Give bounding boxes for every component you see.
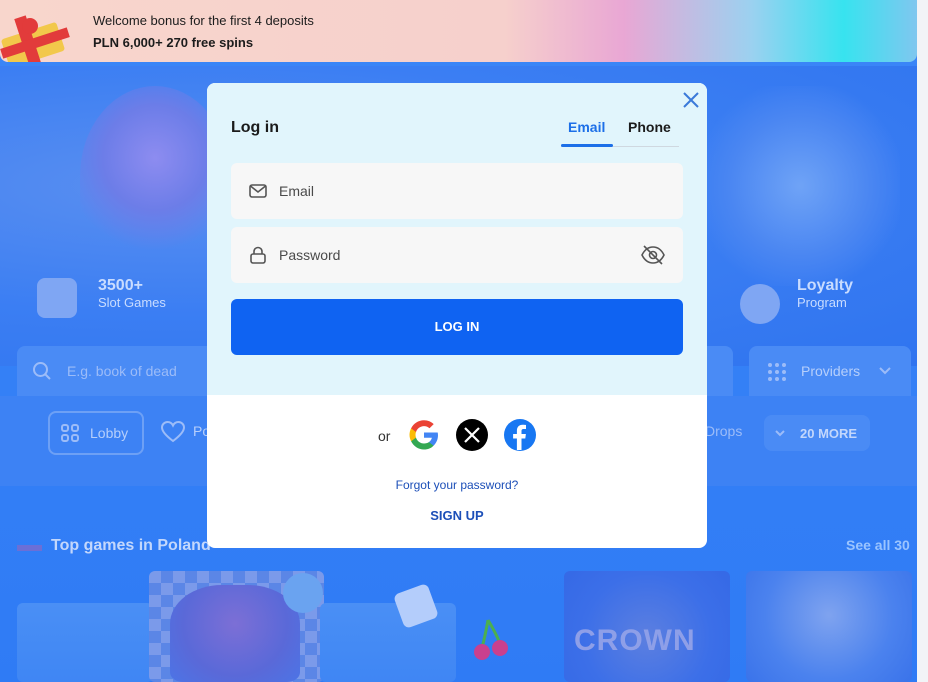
stat-loyalty: Loyalty Program [797,277,854,310]
search-icon [33,362,51,380]
gift-icon [0,15,70,62]
facebook-icon[interactable] [504,419,536,451]
scrollbar[interactable] [917,0,928,682]
password-field[interactable] [231,227,683,283]
search-input[interactable]: E.g. book of dead [67,363,177,379]
heart-icon[interactable] [161,421,185,443]
x-logo-icon[interactable] [456,419,488,451]
filter-more-label: 20 MORE [800,426,858,441]
eye-off-icon[interactable] [641,245,665,265]
game-tile[interactable] [746,571,912,682]
see-all-link[interactable]: See all 30 [846,537,910,553]
bonus-badge-icon [283,573,323,613]
lock-icon [250,246,266,264]
stat-slot-games: 3500+ Slot Games [98,277,166,310]
promo-title: Welcome bonus for the first 4 deposits [93,13,314,28]
active-tab-indicator [561,144,613,147]
google-icon[interactable] [408,419,440,451]
email-input[interactable] [279,163,639,219]
mail-icon [249,184,267,198]
or-divider-label: or [378,428,391,444]
cherry-icon [474,619,508,660]
section-accent-bar [17,545,42,551]
chevron-down-icon [775,430,785,437]
email-field[interactable] [231,163,683,219]
tab-email[interactable]: Email [568,119,605,135]
forgot-password-link[interactable]: Forgot your password? [207,478,707,492]
filter-drops-label[interactable]: Drops [705,423,742,439]
providers-label: Providers [801,363,861,379]
chevron-down-icon [879,367,891,375]
password-input[interactable] [279,227,639,283]
login-modal: Log in Email Phone LOG IN or [207,83,707,548]
lobby-grid-icon [61,424,79,442]
money-bag-icon [740,284,780,324]
login-button[interactable]: LOG IN [231,299,683,355]
dice-icon [37,278,77,318]
signup-link[interactable]: SIGN UP [207,508,707,523]
close-icon[interactable] [681,90,701,110]
hero-dragon-image [700,86,900,286]
modal-title: Log in [231,119,279,136]
promo-subtitle: PLN 6,000+ 270 free spins [93,35,254,50]
section-title: Top games in Poland [51,537,211,554]
promo-banner[interactable]: Welcome bonus for the first 4 deposits P… [0,0,917,62]
filter-lobby-label: Lobby [90,425,129,441]
game-tile-title: CROWN [574,624,696,657]
tab-phone[interactable]: Phone [628,119,671,135]
game-tile-art [170,585,300,682]
grid-dots-icon [768,363,786,381]
game-tile[interactable] [17,603,153,682]
